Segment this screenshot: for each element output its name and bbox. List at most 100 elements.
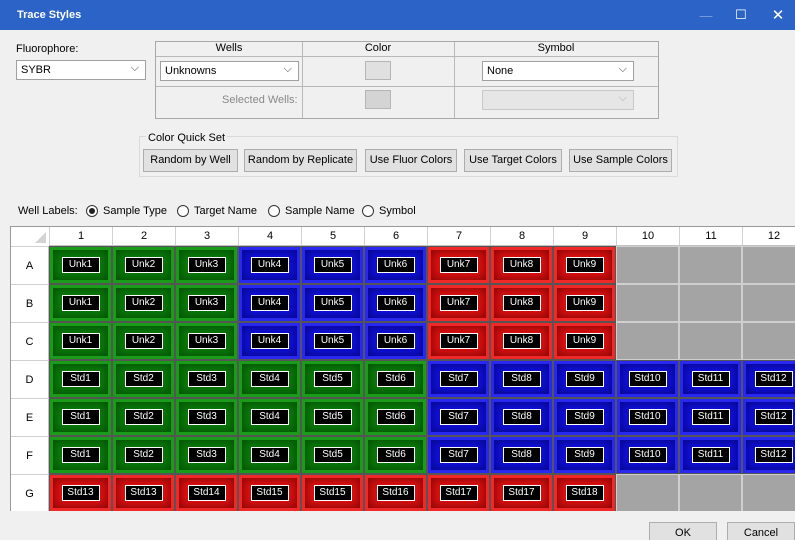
well-b8[interactable]: Unk8 xyxy=(490,284,553,322)
well-b4[interactable]: Unk4 xyxy=(238,284,301,322)
well-a12[interactable] xyxy=(742,246,795,284)
well-d7[interactable]: Std7 xyxy=(427,360,490,398)
column-header-9[interactable]: 9 xyxy=(553,227,616,246)
radio-sample-type[interactable] xyxy=(86,205,98,217)
well-f2[interactable]: Std2 xyxy=(112,436,175,474)
well-b9[interactable]: Unk9 xyxy=(553,284,616,322)
use-sample-colors-button[interactable]: Use Sample Colors xyxy=(569,149,672,172)
well-f7[interactable]: Std7 xyxy=(427,436,490,474)
well-b11[interactable] xyxy=(679,284,742,322)
well-b3[interactable]: Unk3 xyxy=(175,284,238,322)
well-f11[interactable]: Std11 xyxy=(679,436,742,474)
well-b6[interactable]: Unk6 xyxy=(364,284,427,322)
well-e3[interactable]: Std3 xyxy=(175,398,238,436)
well-d4[interactable]: Std4 xyxy=(238,360,301,398)
well-a9[interactable]: Unk9 xyxy=(553,246,616,284)
column-header-11[interactable]: 11 xyxy=(679,227,742,246)
well-e10[interactable]: Std10 xyxy=(616,398,679,436)
radio-symbol[interactable] xyxy=(362,205,374,217)
well-e7[interactable]: Std7 xyxy=(427,398,490,436)
radio-sample-name-label[interactable]: Sample Name xyxy=(285,205,355,217)
well-c5[interactable]: Unk5 xyxy=(301,322,364,360)
well-f8[interactable]: Std8 xyxy=(490,436,553,474)
well-e9[interactable]: Std9 xyxy=(553,398,616,436)
well-g10[interactable] xyxy=(616,474,679,511)
well-g7[interactable]: Std17 xyxy=(427,474,490,511)
well-f12[interactable]: Std12 xyxy=(742,436,795,474)
well-b10[interactable] xyxy=(616,284,679,322)
well-f10[interactable]: Std10 xyxy=(616,436,679,474)
radio-target-name-label[interactable]: Target Name xyxy=(194,205,257,217)
radio-symbol-label[interactable]: Symbol xyxy=(379,205,416,217)
well-f9[interactable]: Std9 xyxy=(553,436,616,474)
well-c10[interactable] xyxy=(616,322,679,360)
well-c6[interactable]: Unk6 xyxy=(364,322,427,360)
close-icon[interactable]: ✕ xyxy=(758,0,795,30)
well-b7[interactable]: Unk7 xyxy=(427,284,490,322)
well-b12[interactable] xyxy=(742,284,795,322)
well-c12[interactable] xyxy=(742,322,795,360)
well-g5[interactable]: Std15 xyxy=(301,474,364,511)
column-header-2[interactable]: 2 xyxy=(112,227,175,246)
row-header-a[interactable]: A xyxy=(11,246,49,284)
well-c1[interactable]: Unk1 xyxy=(49,322,112,360)
well-f4[interactable]: Std4 xyxy=(238,436,301,474)
use-target-colors-button[interactable]: Use Target Colors xyxy=(464,149,562,172)
radio-sample-type-label[interactable]: Sample Type xyxy=(103,205,167,217)
well-g8[interactable]: Std17 xyxy=(490,474,553,511)
well-d9[interactable]: Std9 xyxy=(553,360,616,398)
column-header-4[interactable]: 4 xyxy=(238,227,301,246)
well-g3[interactable]: Std14 xyxy=(175,474,238,511)
row-header-b[interactable]: B xyxy=(11,284,49,322)
use-fluor-colors-button[interactable]: Use Fluor Colors xyxy=(365,149,457,172)
well-c4[interactable]: Unk4 xyxy=(238,322,301,360)
well-d8[interactable]: Std8 xyxy=(490,360,553,398)
well-c11[interactable] xyxy=(679,322,742,360)
well-a7[interactable]: Unk7 xyxy=(427,246,490,284)
well-f3[interactable]: Std3 xyxy=(175,436,238,474)
well-a4[interactable]: Unk4 xyxy=(238,246,301,284)
column-header-8[interactable]: 8 xyxy=(490,227,553,246)
color-swatch[interactable] xyxy=(365,61,391,80)
well-c8[interactable]: Unk8 xyxy=(490,322,553,360)
row-header-f[interactable]: F xyxy=(11,436,49,474)
well-b5[interactable]: Unk5 xyxy=(301,284,364,322)
well-d12[interactable]: Std12 xyxy=(742,360,795,398)
well-b2[interactable]: Unk2 xyxy=(112,284,175,322)
well-c7[interactable]: Unk7 xyxy=(427,322,490,360)
fluorophore-select[interactable]: SYBR ⌵ xyxy=(16,60,146,80)
well-e11[interactable]: Std11 xyxy=(679,398,742,436)
well-g1[interactable]: Std13 xyxy=(49,474,112,511)
well-d6[interactable]: Std6 xyxy=(364,360,427,398)
radio-sample-name[interactable] xyxy=(268,205,280,217)
well-e1[interactable]: Std1 xyxy=(49,398,112,436)
well-c3[interactable]: Unk3 xyxy=(175,322,238,360)
well-e12[interactable]: Std12 xyxy=(742,398,795,436)
well-e8[interactable]: Std8 xyxy=(490,398,553,436)
radio-target-name[interactable] xyxy=(177,205,189,217)
well-d11[interactable]: Std11 xyxy=(679,360,742,398)
select-all-corner[interactable] xyxy=(11,227,49,246)
well-a3[interactable]: Unk3 xyxy=(175,246,238,284)
well-a1[interactable]: Unk1 xyxy=(49,246,112,284)
well-d3[interactable]: Std3 xyxy=(175,360,238,398)
well-c2[interactable]: Unk2 xyxy=(112,322,175,360)
well-a11[interactable] xyxy=(679,246,742,284)
row-header-e[interactable]: E xyxy=(11,398,49,436)
well-g11[interactable] xyxy=(679,474,742,511)
well-g9[interactable]: Std18 xyxy=(553,474,616,511)
column-header-12[interactable]: 12 xyxy=(742,227,795,246)
column-header-10[interactable]: 10 xyxy=(616,227,679,246)
well-g6[interactable]: Std16 xyxy=(364,474,427,511)
well-e6[interactable]: Std6 xyxy=(364,398,427,436)
well-a2[interactable]: Unk2 xyxy=(112,246,175,284)
well-f6[interactable]: Std6 xyxy=(364,436,427,474)
column-header-5[interactable]: 5 xyxy=(301,227,364,246)
well-c9[interactable]: Unk9 xyxy=(553,322,616,360)
well-f1[interactable]: Std1 xyxy=(49,436,112,474)
well-g2[interactable]: Std13 xyxy=(112,474,175,511)
well-a5[interactable]: Unk5 xyxy=(301,246,364,284)
well-e5[interactable]: Std5 xyxy=(301,398,364,436)
symbol-select[interactable]: None ⌵ xyxy=(482,61,634,81)
well-a6[interactable]: Unk6 xyxy=(364,246,427,284)
